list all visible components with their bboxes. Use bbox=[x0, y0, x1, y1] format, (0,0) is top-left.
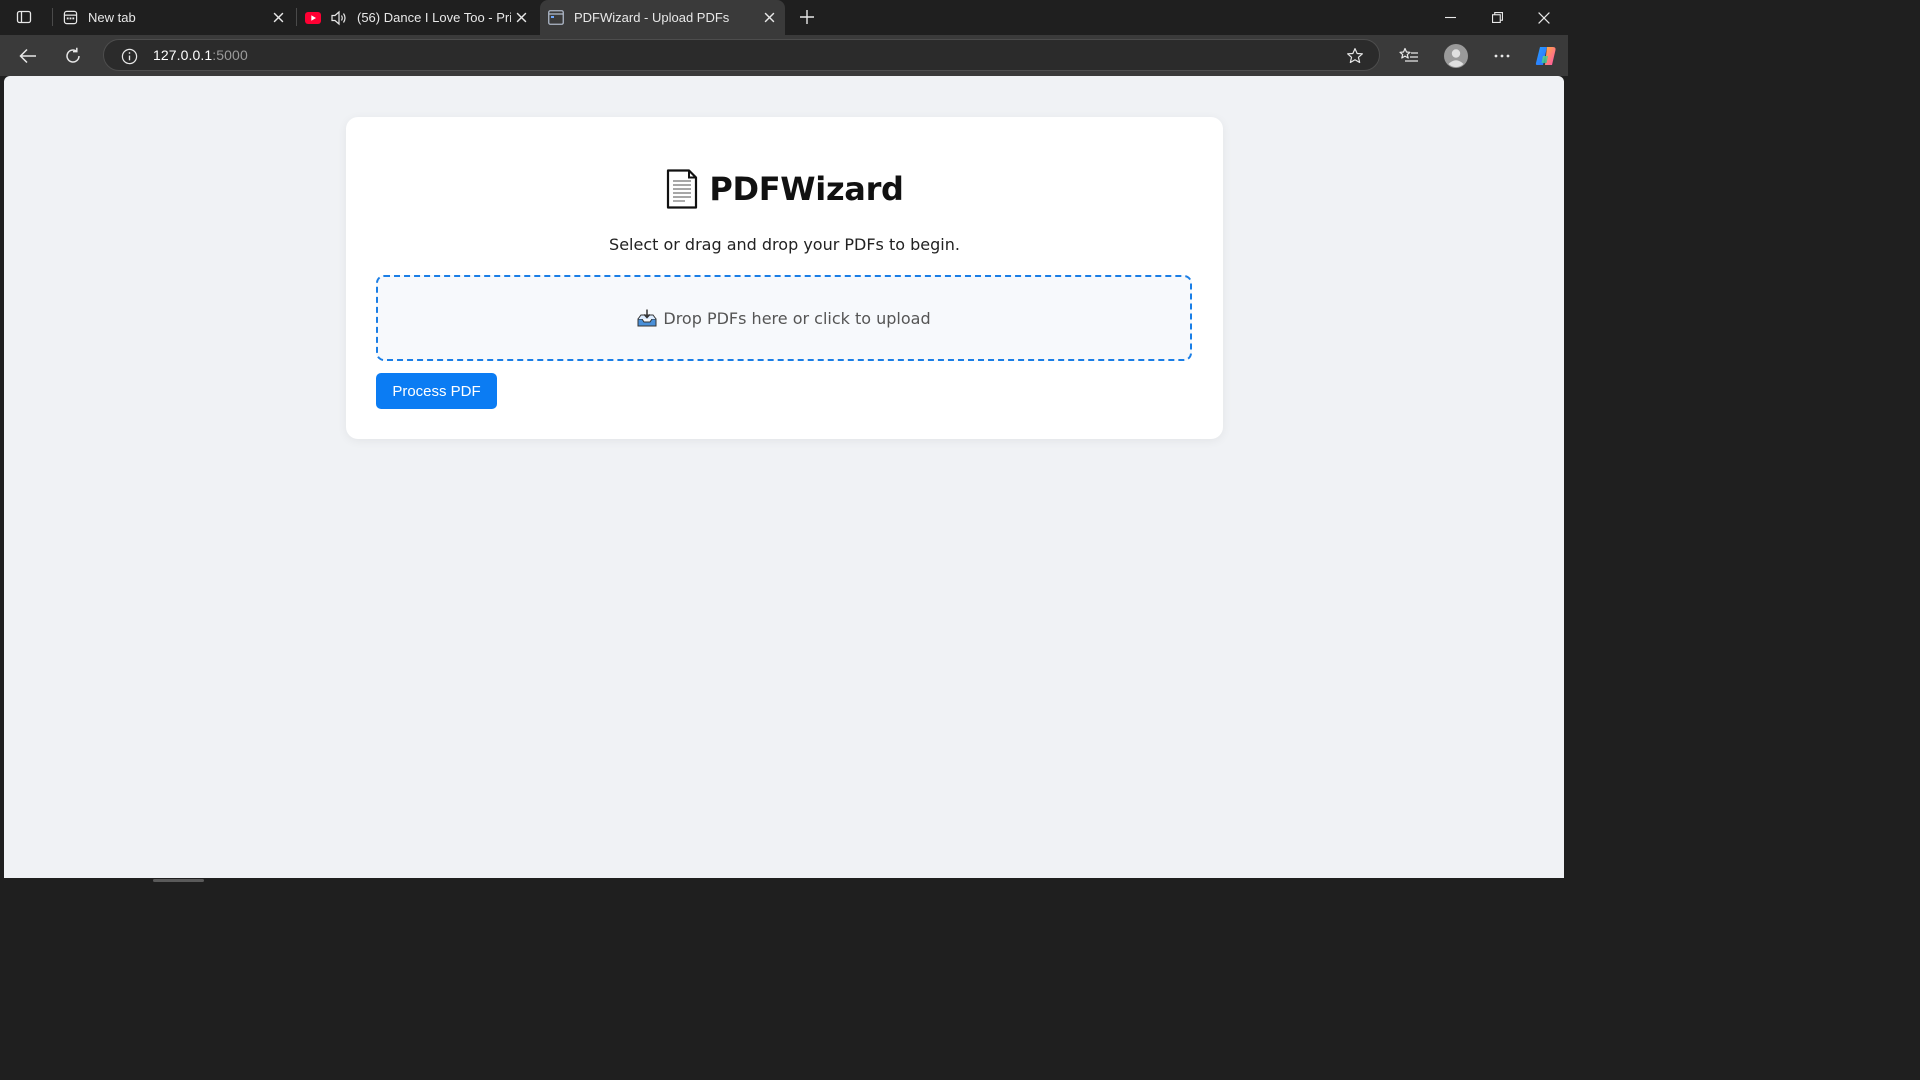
brand-header: PDFWizard bbox=[346, 169, 1223, 209]
tab-new-tab[interactable]: New tab bbox=[54, 0, 294, 35]
site-info-icon[interactable] bbox=[119, 46, 139, 66]
url-host: 127.0.0.1 bbox=[153, 47, 213, 63]
back-arrow-icon bbox=[19, 48, 36, 64]
profile-button[interactable] bbox=[1441, 41, 1471, 71]
more-dots-icon bbox=[1494, 54, 1510, 58]
close-icon bbox=[516, 12, 526, 23]
url-port: :5000 bbox=[212, 47, 248, 63]
favorites-button[interactable] bbox=[1394, 41, 1424, 71]
close-icon bbox=[1538, 11, 1550, 24]
horizontal-scrollbar-thumb[interactable] bbox=[153, 879, 204, 882]
close-tab-button[interactable] bbox=[759, 8, 779, 28]
tab-title: (56) Dance I Love Too - Princ bbox=[357, 10, 511, 25]
close-tab-button[interactable] bbox=[511, 8, 531, 28]
speaker-icon[interactable] bbox=[329, 10, 349, 26]
new-tab-button[interactable] bbox=[795, 5, 819, 29]
minimize-button[interactable] bbox=[1427, 0, 1473, 35]
copilot-icon bbox=[1535, 47, 1556, 65]
close-icon bbox=[764, 12, 774, 23]
page-subtitle: Select or drag and drop your PDFs to beg… bbox=[609, 235, 960, 254]
plus-icon bbox=[800, 10, 814, 24]
avatar-icon bbox=[1444, 44, 1468, 68]
upload-card: PDFWizard Select or drag and drop your P… bbox=[346, 117, 1223, 439]
pdf-dropzone[interactable]: Drop PDFs here or click to upload bbox=[376, 275, 1192, 361]
tab-pdfwizard[interactable]: PDFWizard - Upload PDFs bbox=[540, 0, 785, 35]
restore-button[interactable] bbox=[1474, 0, 1520, 35]
new-tab-page-icon bbox=[62, 10, 78, 26]
page-icon bbox=[548, 10, 564, 26]
youtube-icon bbox=[305, 10, 321, 26]
page-viewport: PDFWizard Select or drag and drop your P… bbox=[4, 76, 1564, 878]
address-bar[interactable]: 127.0.0.1:5000 bbox=[103, 39, 1380, 71]
url-text: 127.0.0.1:5000 bbox=[153, 47, 248, 63]
window-bottom-edge bbox=[0, 878, 1568, 882]
close-tab-button[interactable] bbox=[268, 8, 288, 28]
dropzone-label: Drop PDFs here or click to upload bbox=[663, 308, 931, 328]
inbox-tray-icon bbox=[637, 309, 657, 327]
close-window-button[interactable] bbox=[1521, 0, 1567, 35]
more-options-button[interactable] bbox=[1487, 41, 1517, 71]
document-icon bbox=[667, 169, 698, 209]
copilot-button[interactable] bbox=[1531, 41, 1561, 71]
back-button[interactable] bbox=[13, 41, 43, 71]
browser-toolbar: 127.0.0.1:5000 bbox=[0, 35, 1568, 76]
tab-title: New tab bbox=[88, 10, 136, 25]
tab-youtube[interactable]: (56) Dance I Love Too - Princ bbox=[297, 0, 537, 35]
tab-title: PDFWizard - Upload PDFs bbox=[574, 10, 730, 25]
process-pdf-button[interactable]: Process PDF bbox=[376, 373, 497, 409]
reload-button[interactable] bbox=[58, 41, 88, 71]
tab-strip: New tab (56) Dance I Love Too - Princ PD… bbox=[0, 0, 1568, 35]
favorite-star-icon[interactable] bbox=[1345, 46, 1365, 66]
tab-separator bbox=[52, 8, 53, 26]
tab-actions-icon bbox=[16, 10, 32, 24]
tab-actions-menu-button[interactable] bbox=[10, 5, 38, 29]
restore-icon bbox=[1491, 12, 1503, 23]
page-title: PDFWizard bbox=[709, 170, 904, 208]
reload-icon bbox=[66, 47, 80, 63]
close-icon bbox=[273, 12, 283, 23]
favorites-list-icon bbox=[1399, 47, 1418, 62]
minimize-icon bbox=[1444, 16, 1456, 19]
